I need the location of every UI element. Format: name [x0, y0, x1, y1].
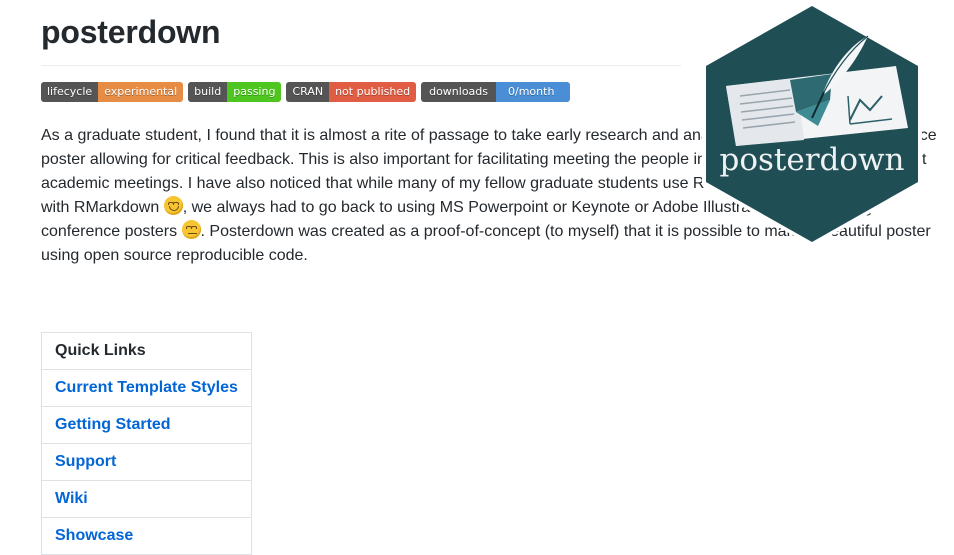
logo-text: posterdown [719, 142, 904, 178]
unamused-emoji-icon [181, 220, 201, 239]
blush-emoji-icon [163, 196, 183, 215]
badge-value: 0/month [496, 82, 571, 102]
title-divider [41, 65, 681, 66]
link-current-template-styles[interactable]: Current Template Styles [55, 379, 238, 396]
badge-value: passing [227, 82, 282, 102]
cran-badge[interactable]: CRAN not published [286, 82, 417, 102]
lifecycle-badge[interactable]: lifecycle experimental [41, 82, 184, 102]
table-row: Getting Started [41, 406, 252, 444]
table-row: Showcase [41, 517, 252, 555]
link-showcase[interactable]: Showcase [55, 527, 133, 544]
badge-label: downloads [421, 82, 497, 102]
quick-links-header: Quick Links [41, 332, 252, 370]
link-support[interactable]: Support [55, 453, 116, 470]
table-header-row: Quick Links [41, 332, 252, 370]
posterdown-hex-logo: posterdown [702, 2, 922, 246]
table-row: Wiki [41, 480, 252, 518]
badge-value: experimental [98, 82, 184, 102]
page-title: posterdown [41, 14, 221, 50]
link-getting-started[interactable]: Getting Started [55, 416, 171, 433]
table-row: Current Template Styles [41, 369, 252, 407]
quick-links-table: Quick Links Current Template Styles Gett… [41, 332, 252, 555]
table-row: Support [41, 443, 252, 481]
badge-row: lifecycle experimental build passing CRA… [41, 82, 571, 102]
badge-label: lifecycle [41, 82, 99, 102]
build-badge[interactable]: build passing [188, 82, 282, 102]
downloads-badge[interactable]: downloads 0/month [421, 82, 571, 102]
link-wiki[interactable]: Wiki [55, 490, 88, 507]
badge-label: build [188, 82, 228, 102]
badge-label: CRAN [286, 82, 330, 102]
badge-value: not published [329, 82, 417, 102]
